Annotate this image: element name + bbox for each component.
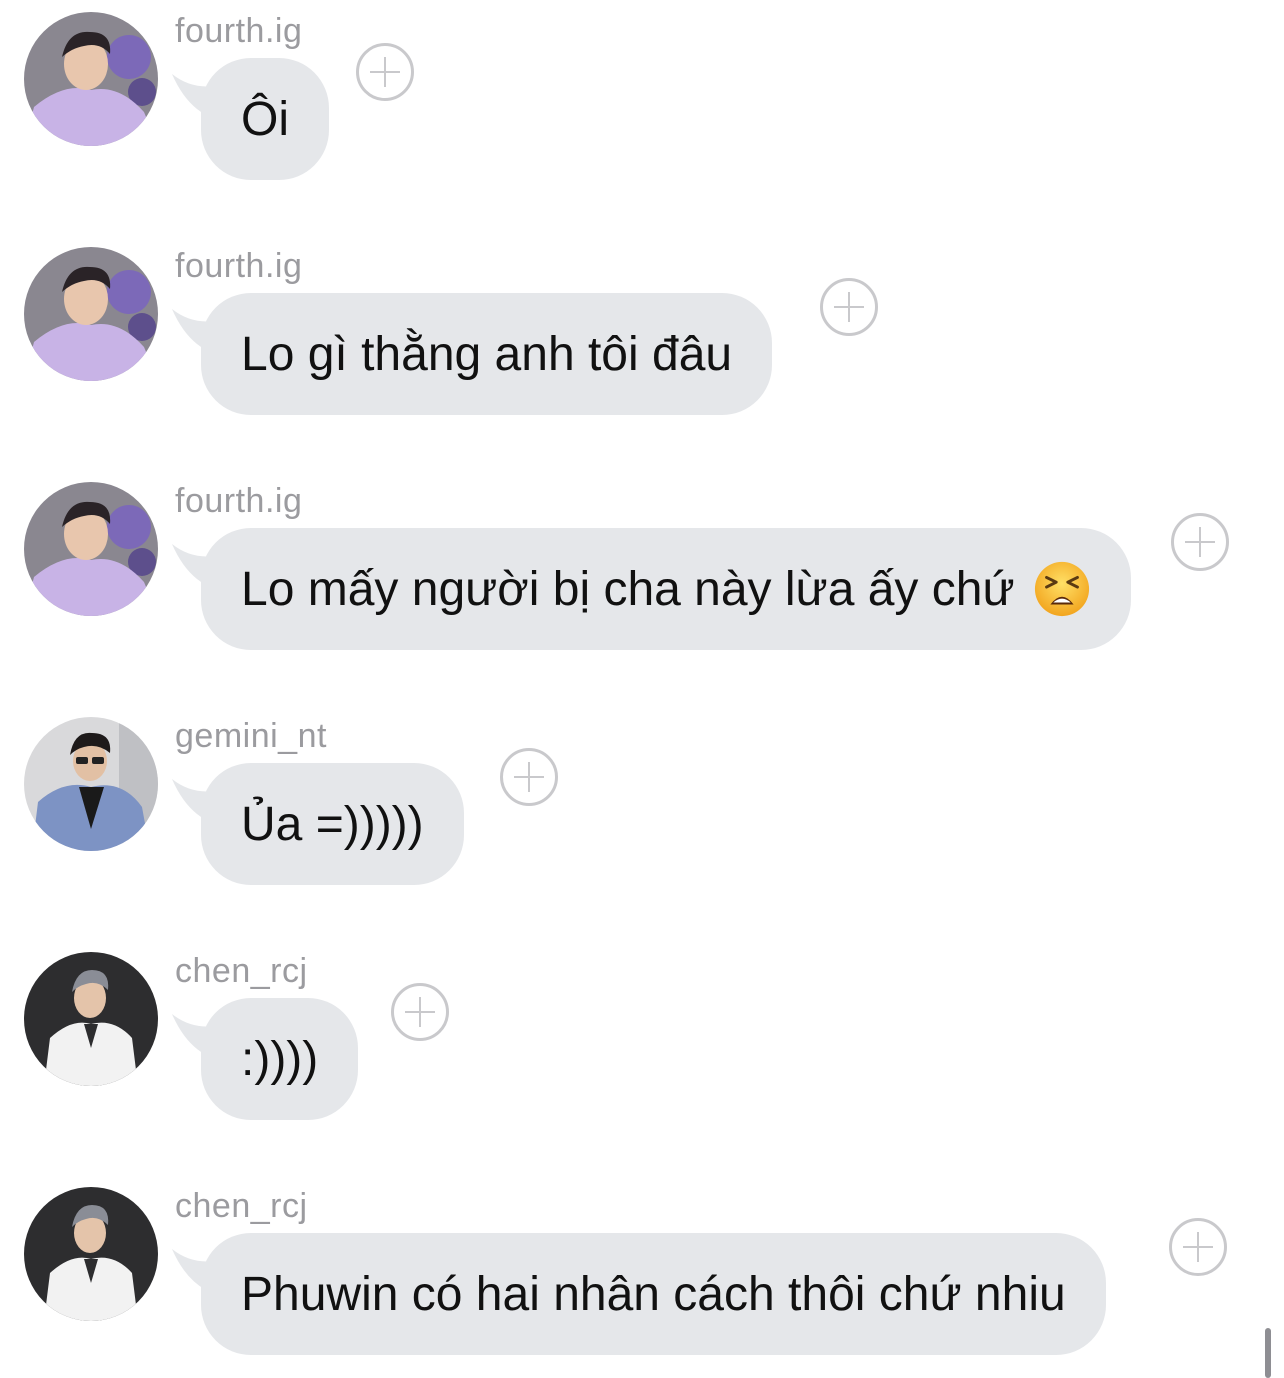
tired-face-emoji-icon	[1034, 561, 1089, 617]
add-reaction-icon[interactable]	[391, 983, 449, 1041]
add-reaction-icon[interactable]	[1169, 1218, 1227, 1276]
username[interactable]: gemini_nt	[175, 719, 327, 753]
username[interactable]: fourth.ig	[175, 484, 302, 518]
add-reaction-icon[interactable]	[356, 43, 414, 101]
user-avatar[interactable]	[24, 12, 158, 146]
add-reaction-icon[interactable]	[1171, 513, 1229, 571]
user-avatar[interactable]	[24, 247, 158, 381]
username[interactable]: chen_rcj	[175, 954, 308, 988]
add-reaction-icon[interactable]	[820, 278, 878, 336]
message-text: Ủa =)))))	[241, 797, 424, 851]
message-bubble[interactable]: Lo mấy người bị cha này lừa ấy chứ	[201, 528, 1131, 650]
message-bubble[interactable]: Ủa =)))))	[201, 763, 464, 885]
message-bubble-wrap: Lo gì thằng anh tôi đâu	[172, 293, 773, 415]
message-bubble-wrap: Phuwin có hai nhân cách thôi chứ nhiu	[172, 1233, 1106, 1355]
add-reaction-icon[interactable]	[500, 748, 558, 806]
message-text: Phuwin có hai nhân cách thôi chứ nhiu	[241, 1267, 1066, 1321]
message-row: chen_rcj Phuwin có hai nhân cách thôi ch…	[0, 1175, 1284, 1375]
message-row: fourth.ig Lo gì thằng anh tôi đâu	[0, 235, 1284, 435]
username[interactable]: fourth.ig	[175, 249, 302, 283]
message-bubble-wrap: Lo mấy người bị cha này lừa ấy chứ	[172, 528, 1131, 650]
message-bubble-wrap: Ủa =)))))	[172, 763, 464, 885]
message-text: Lo gì thằng anh tôi đâu	[241, 327, 733, 381]
message-bubble-wrap: :))))	[172, 998, 359, 1120]
message-text: Lo mấy người bị cha này lừa ấy chứ	[241, 562, 1015, 616]
message-bubble[interactable]: Phuwin có hai nhân cách thôi chứ nhiu	[201, 1233, 1106, 1355]
message-bubble-wrap: Ôi	[172, 58, 329, 180]
user-avatar[interactable]	[24, 717, 158, 851]
user-avatar[interactable]	[24, 482, 158, 616]
message-bubble[interactable]: Lo gì thằng anh tôi đâu	[201, 293, 773, 415]
user-avatar[interactable]	[24, 1187, 158, 1321]
message-bubble[interactable]: :))))	[201, 998, 359, 1120]
message-bubble[interactable]: Ôi	[201, 58, 329, 180]
message-row: fourth.ig Ôi	[0, 0, 1284, 200]
message-row: fourth.ig Lo mấy người bị cha này lừa ấy…	[0, 470, 1284, 670]
scrollbar[interactable]	[1265, 1328, 1271, 1378]
message-row: gemini_nt Ủa =)))))	[0, 705, 1284, 905]
username[interactable]: fourth.ig	[175, 14, 302, 48]
message-text: :))))	[241, 1032, 319, 1086]
message-text: Ôi	[241, 92, 289, 146]
user-avatar[interactable]	[24, 952, 158, 1086]
username[interactable]: chen_rcj	[175, 1189, 308, 1223]
chat-thread: fourth.ig Ôi fourth.ig Lo gì thằng anh t…	[0, 0, 1284, 1378]
message-row: chen_rcj :))))	[0, 940, 1284, 1140]
